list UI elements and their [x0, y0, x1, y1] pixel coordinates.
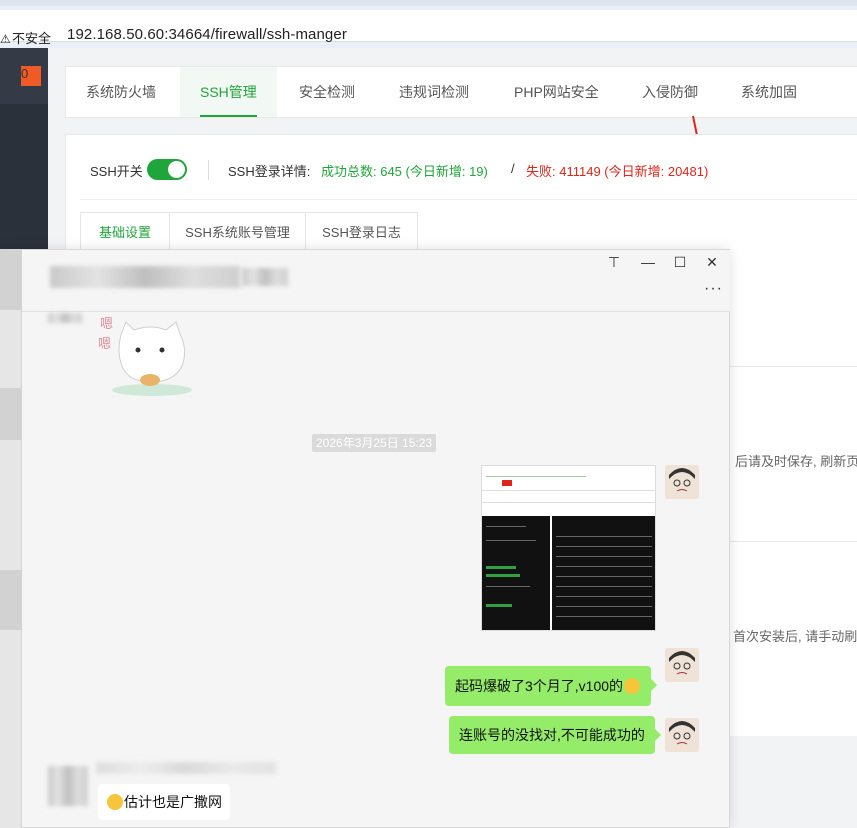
list-item[interactable] — [0, 570, 22, 630]
chat-window: ⊤ — ☐ ✕ ··· 嗯 嗯 2026年3月25日 15:23 起码爆破了3个… — [0, 249, 730, 828]
tab-system-hardening[interactable]: 系统加固 — [721, 67, 817, 117]
divider — [80, 199, 857, 200]
ssh-switch-label: SSH开关 — [90, 164, 143, 179]
emoji-icon — [107, 794, 123, 810]
avatar[interactable] — [665, 718, 699, 752]
terminal-thumbnail — [482, 516, 550, 630]
tab-intrusion-defense[interactable]: 入侵防御 — [622, 67, 718, 117]
background-note: 后请及时保存, 刷新页面 — [735, 454, 857, 469]
subtab-ssh-login-log[interactable]: SSH登录日志 — [305, 212, 418, 252]
subtab-ssh-accounts[interactable]: SSH系统账号管理 — [169, 212, 306, 252]
chat-header: ⊤ — ☐ ✕ ··· — [22, 250, 730, 312]
sender-name-redacted — [96, 762, 276, 774]
divider — [730, 366, 857, 367]
url-text[interactable]: 192.168.50.60:34664/firewall/ssh-manger — [67, 26, 347, 43]
tab-php-security[interactable]: PHP网站安全 — [494, 67, 619, 117]
more-icon[interactable]: ··· — [704, 280, 723, 298]
emoji-icon — [624, 678, 641, 694]
divider — [730, 541, 857, 542]
pin-icon[interactable]: ⊤ — [606, 254, 622, 271]
minimize-icon[interactable]: — — [640, 254, 656, 270]
maximize-icon[interactable]: ☐ — [672, 254, 688, 271]
fail-count: 失败: 411149 (今日新增: 20481) — [526, 164, 709, 179]
tab-security-check[interactable]: 安全检测 — [279, 67, 375, 117]
contact-name-redacted — [50, 266, 240, 288]
tab-system-firewall[interactable]: 系统防火墙 — [66, 67, 176, 117]
divider — [208, 160, 209, 180]
image-message[interactable] — [481, 465, 656, 631]
message-text: 估计也是广撒网 — [124, 794, 222, 810]
message-text: 起码爆破了3个月了,v100的 — [455, 678, 624, 694]
list-item[interactable] — [0, 388, 22, 440]
cat-sticker[interactable]: 嗯 嗯 — [96, 310, 196, 398]
avatar[interactable] — [665, 465, 699, 499]
avatar[interactable] — [48, 766, 88, 806]
success-count: 成功总数: 645 (今日新增: 19) — [321, 164, 488, 179]
browser-address-bar: ⚠不安全 192.168.50.60:34664/firewall/ssh-ma… — [0, 0, 857, 48]
table-thumbnail — [552, 516, 655, 630]
ssh-toggle[interactable] — [147, 159, 187, 180]
ssh-login-detail-label: SSH登录详情: — [228, 164, 311, 179]
panel-footer-area — [730, 736, 857, 828]
firewall-tabs: 系统防火墙 SSH管理 安全检测 违规词检测 PHP网站安全 入侵防御 系统加固 — [65, 66, 857, 118]
background-note: 首次安装后, 请手动刷新页 — [733, 629, 857, 644]
tab-illegal-words[interactable]: 违规词检测 — [379, 67, 489, 117]
toggle-knob — [168, 161, 185, 178]
security-warning[interactable]: ⚠不安全 — [0, 28, 51, 47]
notification-badge[interactable]: 0 — [21, 66, 41, 86]
message-timestamp: 2026年3月25日 15:23 — [312, 434, 437, 452]
list-item[interactable] — [0, 250, 22, 310]
browser-tab-strip — [0, 0, 857, 6]
avatar[interactable] — [665, 648, 699, 682]
sender-name-redacted — [48, 313, 82, 323]
count-separator: / — [511, 161, 515, 176]
outgoing-message[interactable]: 起码爆破了3个月了,v100的 — [445, 666, 658, 706]
sticker-text: 嗯 — [98, 336, 111, 351]
tab-ssh-manager[interactable]: SSH管理 — [180, 67, 277, 117]
outgoing-message[interactable]: 连账号的没找对,不可能成功的 — [449, 716, 661, 754]
incoming-message[interactable]: 估计也是广撒网 — [98, 784, 230, 820]
security-label: 不安全 — [12, 31, 52, 46]
url-field[interactable]: ⚠不安全 192.168.50.60:34664/firewall/ssh-ma… — [0, 10, 857, 46]
close-icon[interactable]: ✕ — [704, 254, 720, 271]
warning-icon: ⚠ — [0, 32, 11, 46]
subtab-basic-settings[interactable]: 基础设置 — [80, 212, 170, 252]
conversation-list-edge — [0, 250, 22, 828]
contact-name-redacted — [242, 268, 288, 286]
message-text: 连账号的没找对,不可能成功的 — [459, 727, 645, 743]
sticker-text: 嗯 — [100, 316, 113, 331]
